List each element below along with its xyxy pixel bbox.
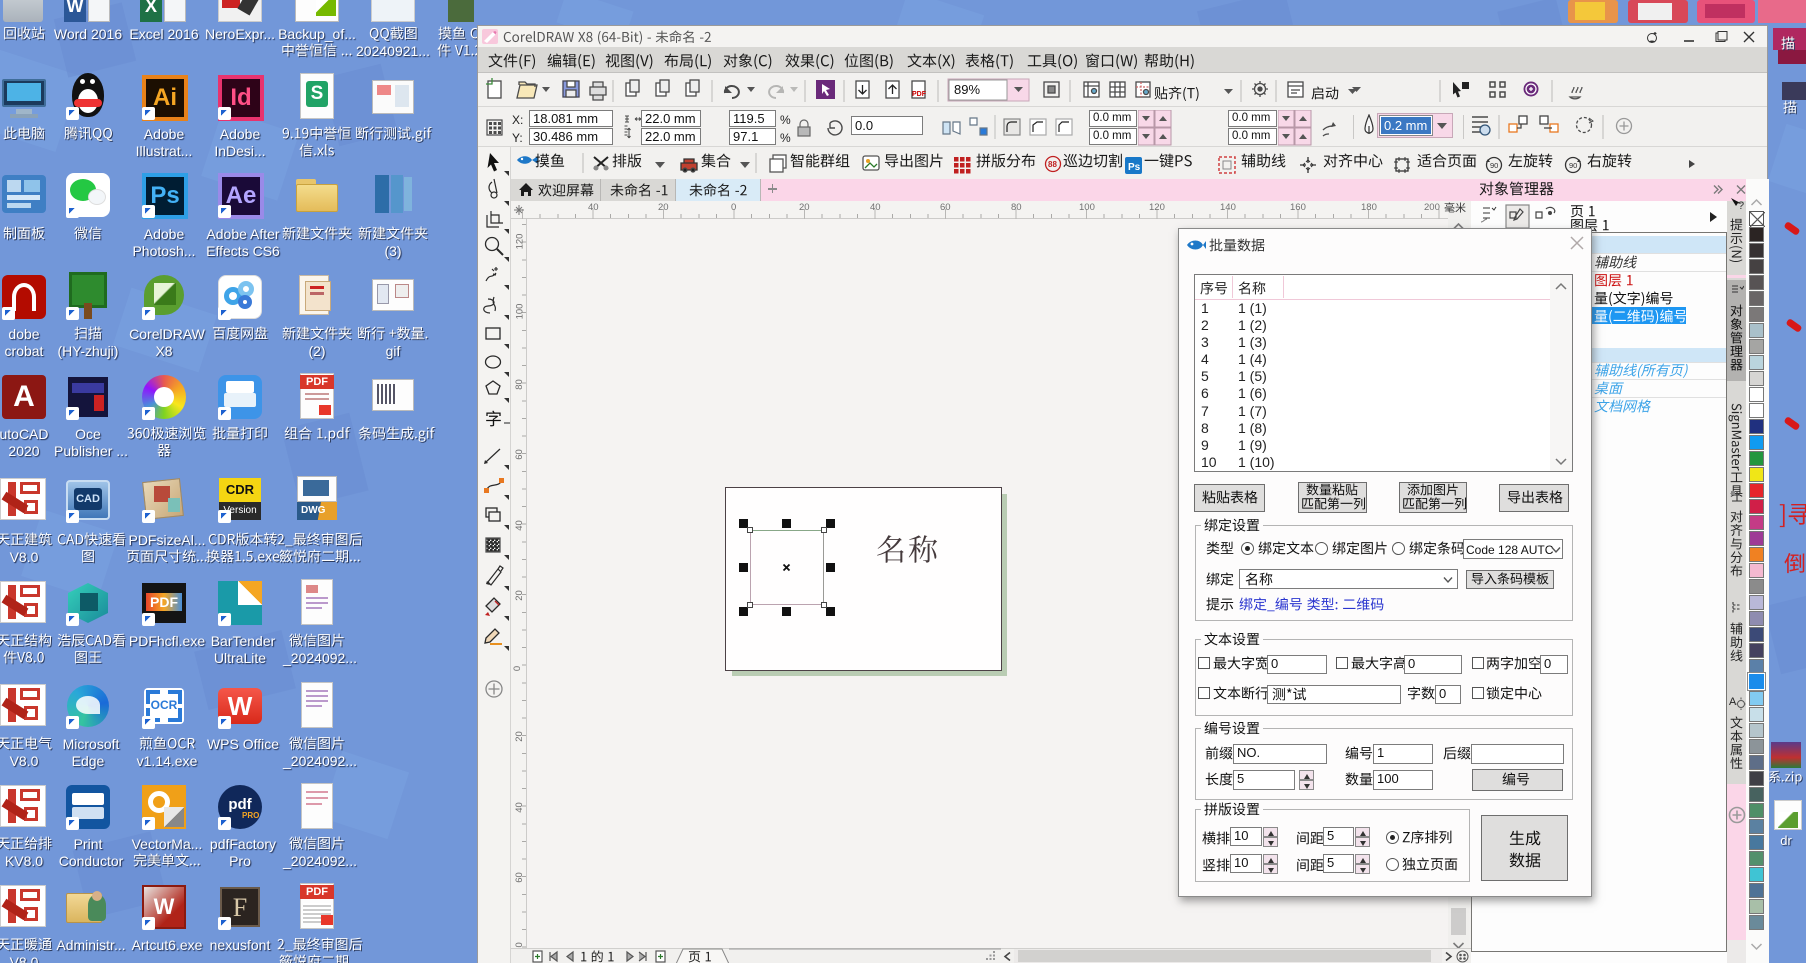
svg-text:Ps: Ps bbox=[1128, 162, 1141, 173]
svg-text:%: % bbox=[780, 131, 791, 145]
svg-text:89%: 89% bbox=[954, 82, 980, 97]
svg-text:X:: X: bbox=[512, 113, 523, 127]
svg-text:?: ? bbox=[1738, 200, 1744, 211]
svg-text:Y:: Y: bbox=[512, 131, 523, 145]
svg-text:%: % bbox=[780, 113, 791, 127]
svg-text:A: A bbox=[1729, 696, 1737, 708]
svg-text:PDF: PDF bbox=[912, 91, 927, 98]
svg-text:90: 90 bbox=[1490, 161, 1498, 170]
svg-text:90: 90 bbox=[1569, 161, 1577, 170]
svg-text:88: 88 bbox=[1048, 160, 1057, 169]
